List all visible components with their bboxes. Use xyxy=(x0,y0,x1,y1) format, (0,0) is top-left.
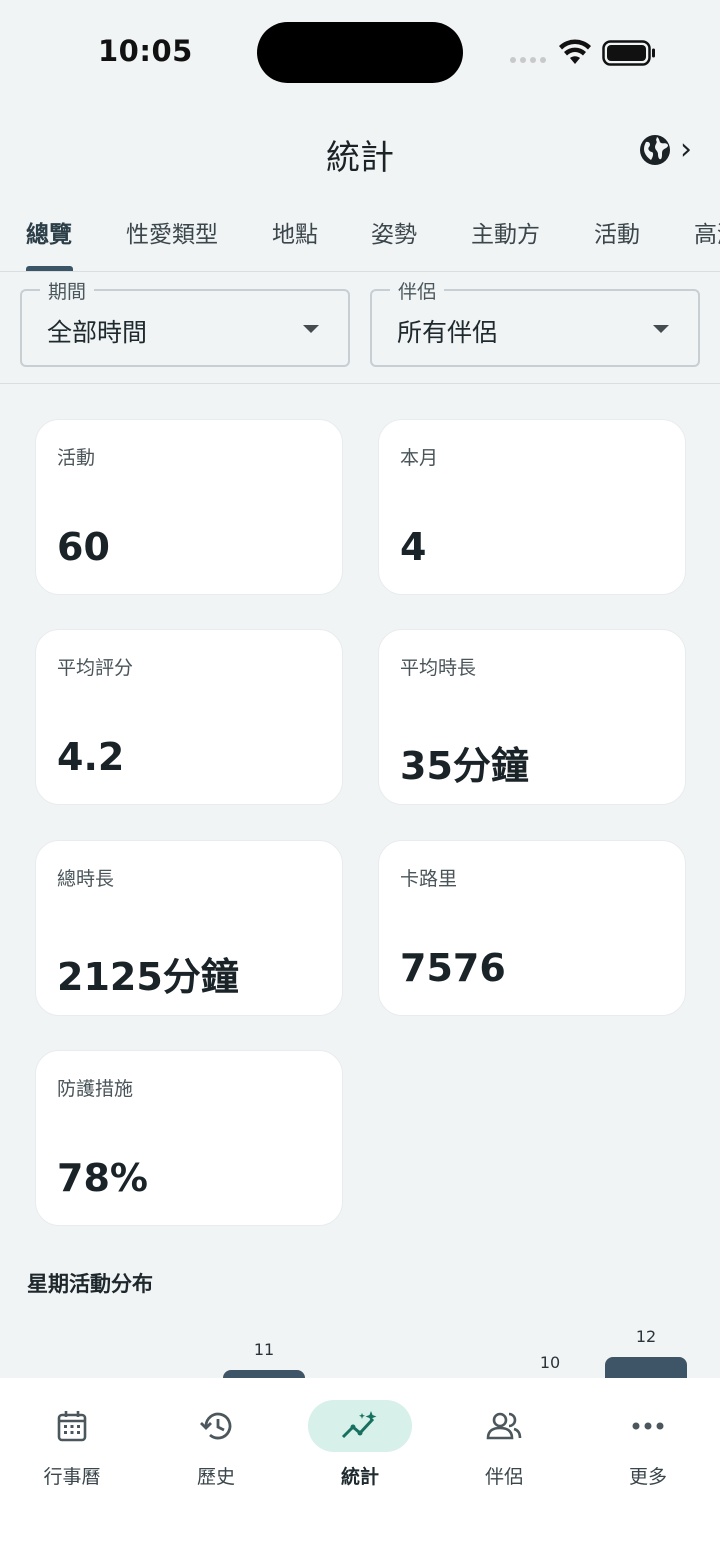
bar-value-label: 10 xyxy=(539,1353,561,1372)
app-header: 統計 › xyxy=(0,110,720,190)
stat-label: 防護措施 xyxy=(57,1078,134,1100)
language-button[interactable]: › xyxy=(638,130,706,170)
caret-down-icon xyxy=(653,325,669,333)
history-icon xyxy=(200,1412,232,1440)
bar-value-label: 12 xyxy=(635,1327,657,1346)
dynamic-island xyxy=(257,22,463,83)
bottom-navigation: 行事曆 歷史 統計 伴侶 更多 xyxy=(0,1378,720,1565)
battery-icon xyxy=(602,40,655,66)
weekday-bar xyxy=(605,1357,687,1380)
calendar-icon xyxy=(57,1411,87,1442)
nav-more[interactable]: 更多 xyxy=(576,1400,720,1490)
partner-label: 伴侶 xyxy=(390,277,445,304)
stat-card-calories: 卡路里 7576 xyxy=(378,840,686,1016)
nav-label: 行事曆 xyxy=(43,1466,101,1488)
stat-card-average-rating: 平均評分 4.2 xyxy=(35,629,343,805)
tab-overview[interactable]: 總覽 xyxy=(26,215,72,249)
tab-location[interactable]: 地點 xyxy=(272,215,318,249)
stat-value: 60 xyxy=(57,525,110,569)
wifi-icon xyxy=(559,39,591,64)
nav-stats[interactable]: 統計 xyxy=(288,1400,432,1490)
tab-bar: 總覽 性愛類型 地點 姿勢 主動方 活動 高潮 xyxy=(0,195,720,272)
stat-value: 35分鐘 xyxy=(400,744,529,788)
stat-value: 78% xyxy=(57,1156,148,1200)
period-value: 全部時間 xyxy=(47,318,148,347)
tab-initiator[interactable]: 主動方 xyxy=(471,215,540,249)
nav-calendar[interactable]: 行事曆 xyxy=(0,1400,144,1490)
stats-icon xyxy=(341,1411,377,1439)
stat-card-activities: 活動 60 xyxy=(35,419,343,595)
stat-label: 平均評分 xyxy=(57,657,134,679)
status-time: 10:05 xyxy=(98,34,193,68)
stat-card-average-duration: 平均時長 35分鐘 xyxy=(378,629,686,805)
stat-value: 2125分鐘 xyxy=(57,955,239,999)
partner-dropdown[interactable]: 伴侶 所有伴侶 xyxy=(370,277,700,367)
nav-label: 歷史 xyxy=(196,1466,235,1488)
tab-orgasm[interactable]: 高潮 xyxy=(694,215,720,249)
page-title: 統計 xyxy=(326,138,394,178)
stat-label: 平均時長 xyxy=(400,657,477,679)
globe-icon xyxy=(640,135,670,165)
weekday-distribution-title: 星期活動分布 xyxy=(27,1272,153,1296)
chevron-right-icon: › xyxy=(680,132,692,167)
stat-label: 本月 xyxy=(400,447,439,469)
stat-value: 7576 xyxy=(400,946,506,990)
tab-activity[interactable]: 活動 xyxy=(594,215,640,249)
filters: 期間 全部時間 伴侶 所有伴侶 xyxy=(0,272,720,384)
stat-card-this-month: 本月 4 xyxy=(378,419,686,595)
caret-down-icon xyxy=(303,325,319,333)
partners-icon xyxy=(486,1412,522,1440)
period-label: 期間 xyxy=(40,277,95,304)
nav-history[interactable]: 歷史 xyxy=(144,1400,288,1490)
weekday-distribution-chart: 11 10 12 xyxy=(0,1300,720,1380)
stat-value: 4 xyxy=(400,525,427,569)
stat-label: 總時長 xyxy=(57,868,115,890)
more-icon xyxy=(632,1422,664,1430)
bar-value-label: 11 xyxy=(253,1340,275,1359)
stat-label: 活動 xyxy=(57,447,96,469)
nav-label: 伴侶 xyxy=(484,1466,523,1488)
tab-sex-type[interactable]: 性愛類型 xyxy=(126,215,218,249)
period-dropdown[interactable]: 期間 全部時間 xyxy=(20,277,350,367)
nav-label: 統計 xyxy=(340,1466,379,1488)
nav-partners[interactable]: 伴侶 xyxy=(432,1400,576,1490)
tab-position[interactable]: 姿勢 xyxy=(371,215,417,249)
status-bar: 10:05 xyxy=(0,0,720,100)
stat-card-total-duration: 總時長 2125分鐘 xyxy=(35,840,343,1016)
nav-label: 更多 xyxy=(628,1466,667,1488)
stat-value: 4.2 xyxy=(57,735,125,779)
stat-card-protection: 防護措施 78% xyxy=(35,1050,343,1226)
stat-label: 卡路里 xyxy=(400,868,458,890)
partner-value: 所有伴侶 xyxy=(397,318,498,347)
cellular-signal-icon xyxy=(510,55,548,65)
